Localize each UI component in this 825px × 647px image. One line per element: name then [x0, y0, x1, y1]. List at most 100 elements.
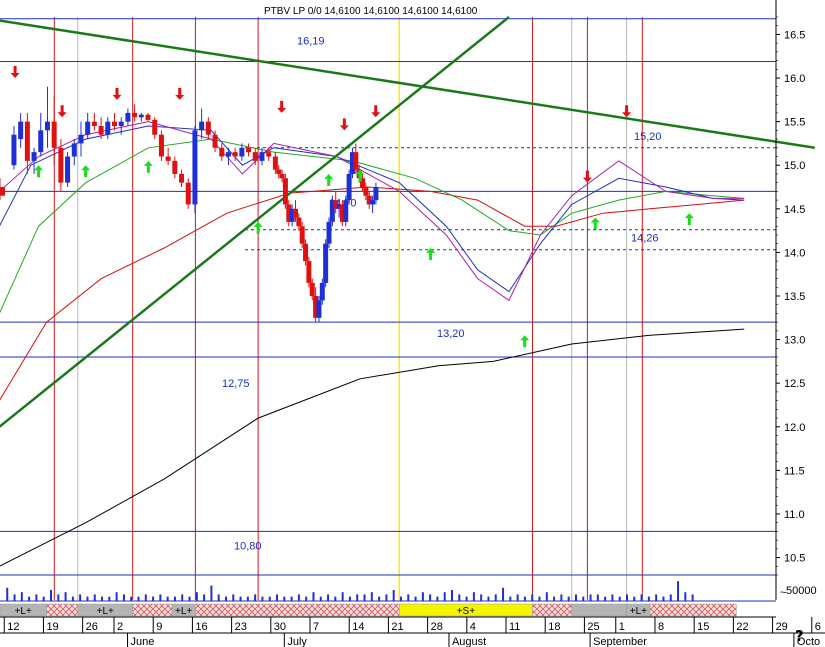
level-label: 13,20: [437, 328, 465, 340]
candle-body: [259, 152, 265, 161]
candle-body: [279, 173, 285, 179]
candle-body: [205, 121, 211, 135]
price-tick-label: 11.0: [784, 509, 805, 521]
day-tick-label: 12: [7, 621, 19, 633]
price-tick-label: 14.0: [784, 247, 805, 259]
day-tick-label: 23: [235, 621, 247, 633]
day-tick-label: 26: [86, 621, 98, 633]
candle-body: [145, 114, 151, 120]
chart-background: [0, 0, 825, 647]
day-tick-label: 6: [815, 621, 821, 633]
candle-body: [0, 187, 5, 196]
candle-body: [363, 187, 369, 196]
candle-body: [158, 134, 164, 157]
candle-body: [309, 282, 315, 296]
candle-body: [219, 147, 225, 157]
candle-body: [138, 114, 144, 118]
candle-body: [199, 121, 205, 131]
candle-body: [71, 143, 77, 157]
day-tick-label: 29: [776, 621, 788, 633]
chart-title: PTBV LP 0/0 14,6100 14,6100 14,6100 14,6…: [264, 6, 478, 17]
candle-body: [112, 121, 118, 126]
candle-body: [85, 121, 91, 135]
candle-body: [31, 152, 37, 161]
price-tick-label: 14.5: [784, 204, 805, 216]
candle-body: [246, 147, 252, 153]
day-tick-label: 22: [736, 621, 748, 633]
candle-body: [152, 119, 158, 135]
candle-body: [179, 173, 185, 183]
signal-band-label: +S+: [457, 606, 476, 617]
signal-band: [132, 603, 173, 617]
candle-body: [118, 121, 124, 126]
signal-band: [571, 603, 627, 617]
day-tick-label: 25: [587, 621, 599, 633]
day-tick-label: 21: [391, 621, 403, 633]
signal-bands: +L+ +L+ +L+ +S+ +L+: [0, 603, 737, 617]
day-tick-label: 2: [117, 621, 123, 633]
candle-body: [98, 125, 104, 135]
candle-body: [51, 121, 57, 148]
candle-body: [306, 261, 312, 283]
signal-band-label: +L+: [97, 606, 114, 617]
signal-band-label: +L+: [15, 606, 32, 617]
candle-body: [24, 121, 30, 161]
day-tick-label: 15: [697, 621, 709, 633]
price-tick-label: 13.0: [784, 335, 805, 347]
candle-body: [296, 217, 302, 227]
signal-band: [649, 603, 737, 617]
candle-body: [373, 187, 379, 201]
candle-body: [58, 147, 64, 183]
day-tick-label: 4: [470, 621, 476, 633]
help-icon[interactable]: ?: [795, 627, 804, 645]
price-tick-label: 10.5: [784, 553, 805, 565]
level-label: 10,80: [234, 540, 262, 552]
month-label: August: [452, 636, 486, 647]
candle-body: [65, 156, 71, 183]
candle-body: [299, 226, 305, 244]
day-tick-label: 7: [313, 621, 319, 633]
price-tick-label: 15.5: [784, 117, 805, 129]
price-tick-label: 16.0: [784, 73, 805, 85]
candle-body: [225, 152, 231, 157]
level-label: 16,19: [297, 35, 325, 47]
month-label: September: [593, 636, 647, 647]
signal-band: [46, 603, 79, 617]
price-tick-label: 15.0: [784, 160, 805, 172]
level-label: 12,75: [222, 378, 250, 390]
candle-body: [192, 130, 198, 205]
day-tick-label: 19: [46, 621, 58, 633]
candle-body: [282, 178, 288, 205]
level-label: 14,26: [631, 233, 659, 245]
volume-label: 50000: [786, 585, 817, 597]
candle-body: [353, 152, 359, 170]
candle-body: [346, 173, 352, 201]
day-tick-label: 28: [431, 621, 443, 633]
price-tick-label: 12.5: [784, 378, 805, 390]
price-tick-label: 11.5: [784, 465, 805, 477]
signal-band-label: +L+: [175, 606, 192, 617]
candle-body: [303, 243, 309, 262]
candle-body: [252, 152, 258, 161]
candle-body: [326, 221, 332, 244]
candle-body: [272, 156, 278, 170]
stock-chart: 16,1915,2014,7014,2613,2012,7510,80 10.5…: [0, 0, 825, 647]
candle-body: [44, 121, 50, 131]
candle-body: [105, 121, 111, 135]
month-label: June: [131, 636, 155, 647]
candle-body: [172, 160, 178, 174]
signal-band-label: +L+: [630, 606, 647, 617]
candle-body: [266, 152, 272, 157]
candle-body: [343, 200, 349, 222]
price-tick-label: 12.0: [784, 422, 805, 434]
candle-body: [323, 243, 329, 283]
candle-body: [370, 200, 376, 205]
day-tick-label: 1: [619, 621, 625, 633]
candle-body: [91, 121, 97, 126]
candle-body: [239, 147, 245, 157]
candle-body: [11, 134, 17, 166]
price-tick-label: 16.5: [784, 29, 805, 41]
candle-body: [18, 121, 24, 140]
day-tick-label: 8: [658, 621, 664, 633]
price-tick-label: 13.5: [784, 291, 805, 303]
